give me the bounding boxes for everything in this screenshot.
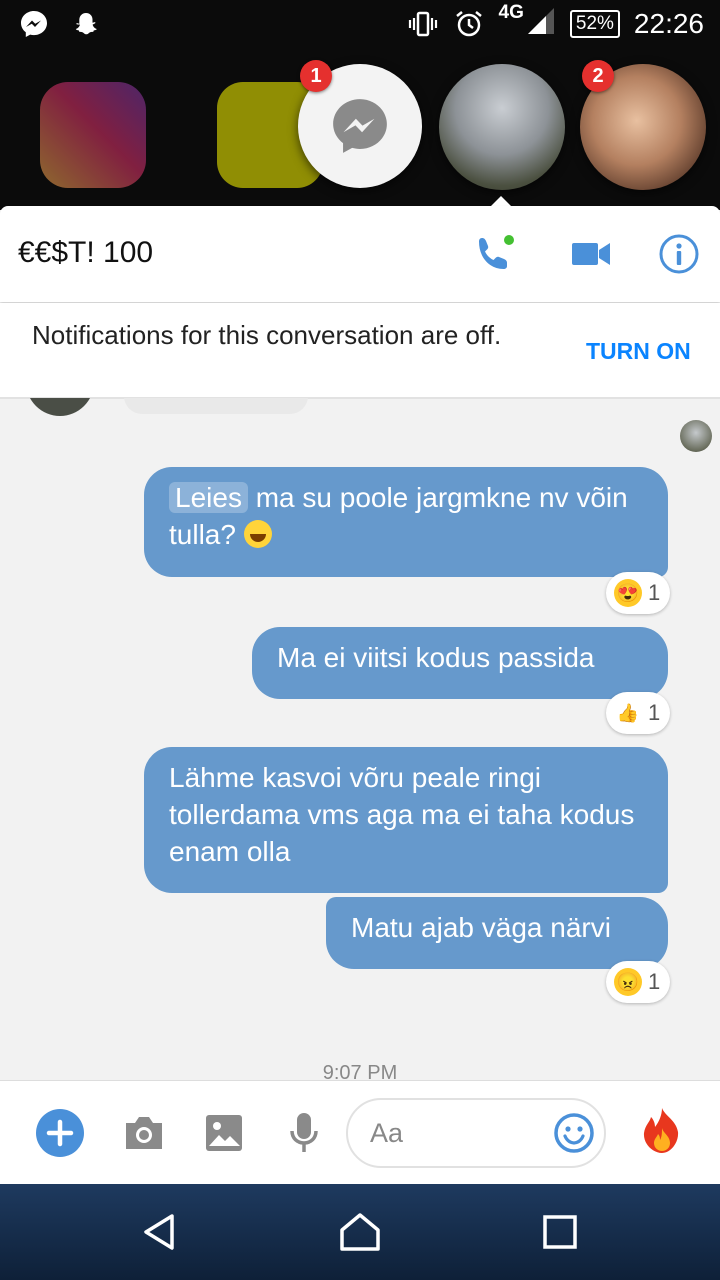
snapchat-icon <box>70 8 102 40</box>
signal-icon <box>526 6 556 43</box>
gallery-button[interactable] <box>200 1109 248 1157</box>
emoji-button[interactable] <box>550 1109 598 1157</box>
back-icon <box>144 1214 174 1250</box>
incoming-message-bubble[interactable] <box>124 398 308 414</box>
vibrate-icon <box>407 8 439 40</box>
grinning-emoji-icon <box>243 520 272 548</box>
messenger-icon <box>18 8 50 40</box>
reaction-count: 1 <box>648 700 661 725</box>
heart-eyes-emoji-icon: 😍 <box>614 579 642 607</box>
sender-avatar <box>26 398 94 416</box>
recents-icon <box>543 1215 577 1249</box>
angry-emoji-icon: 😠 <box>614 968 642 996</box>
video-call-button[interactable] <box>565 228 617 280</box>
read-receipt-avatar <box>680 420 712 452</box>
clock: 22:26 <box>633 8 704 39</box>
outgoing-message[interactable]: Lähme kasvoi võru peale ringi tollerdama… <box>144 747 668 893</box>
reaction-count: 1 <box>648 969 661 994</box>
message-text: Ma ei viitsi kodus passida <box>277 642 595 673</box>
mention[interactable]: Leies <box>169 482 248 513</box>
fire-icon <box>643 1108 679 1153</box>
turn-on-button[interactable]: TURN ON <box>586 338 691 365</box>
home-icon <box>340 1213 380 1251</box>
message-reaction[interactable]: 😠 1 <box>606 961 671 1003</box>
outgoing-message[interactable]: Ma ei viitsi kodus passida <box>252 627 668 699</box>
voice-call-button[interactable] <box>468 228 520 280</box>
notifications-off-banner: Notifications for this conversation are … <box>0 303 720 399</box>
outgoing-message[interactable]: Leies ma su poole jargmkne nv võin tulla… <box>144 467 668 577</box>
battery-indicator: 52% <box>569 10 620 38</box>
video-icon <box>572 243 610 265</box>
outgoing-message[interactable]: Matu ajab väga närvi <box>326 897 668 969</box>
info-icon <box>659 234 699 274</box>
navigation-bar <box>0 1184 720 1280</box>
conversation-title[interactable]: €€$T! 100 <box>18 236 153 270</box>
recents-button[interactable] <box>536 1208 584 1256</box>
instagram-app-icon <box>40 82 146 188</box>
phone-icon <box>479 235 514 269</box>
plus-icon <box>36 1109 84 1157</box>
contact-chat-head-active[interactable] <box>439 64 565 190</box>
thumbs-up-emoji-icon: 👍 <box>616 702 640 723</box>
home-button[interactable] <box>336 1208 384 1256</box>
info-button[interactable] <box>653 228 705 280</box>
back-button[interactable] <box>136 1208 184 1256</box>
quick-reaction-button[interactable] <box>638 1107 686 1155</box>
network-type: 4G <box>498 1 524 23</box>
banner-text: Notifications for this conversation are … <box>32 320 502 350</box>
message-composer: Aa <box>0 1080 720 1185</box>
voice-message-button[interactable] <box>280 1109 328 1157</box>
message-reaction[interactable]: 😍 1 <box>606 572 671 614</box>
reaction-count: 1 <box>648 580 661 605</box>
messenger-icon <box>333 99 387 153</box>
mic-icon <box>290 1113 318 1152</box>
status-bar: 4G 52% 22:26 <box>0 0 720 48</box>
alarm-icon <box>453 8 485 40</box>
more-actions-button[interactable] <box>36 1109 84 1157</box>
messenger-unread-badge: 1 <box>300 60 332 92</box>
message-text: Matu ajab väga närvi <box>351 912 611 943</box>
camera-button[interactable] <box>120 1109 168 1157</box>
conversation-header: €€$T! 100 <box>0 206 720 302</box>
image-icon <box>206 1115 242 1151</box>
contact-unread-badge: 2 <box>582 60 614 92</box>
message-reaction[interactable]: 👍 1 <box>606 692 671 734</box>
message-input[interactable]: Aa <box>346 1098 606 1168</box>
message-list[interactable]: Leies ma su poole jargmkne nv võin tulla… <box>0 398 720 1080</box>
message-text: Lähme kasvoi võru peale ringi tollerdama… <box>169 762 635 867</box>
message-timestamp: 9:07 PM <box>322 1062 398 1080</box>
smiley-icon <box>554 1113 594 1153</box>
message-input-placeholder: Aa <box>370 1118 404 1148</box>
camera-icon <box>126 1117 162 1149</box>
